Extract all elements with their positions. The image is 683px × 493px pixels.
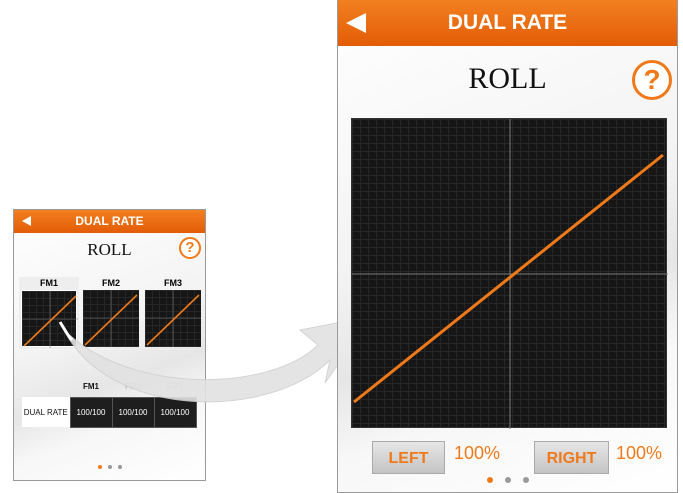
page-dot[interactable] [504,477,511,483]
mode-card-fm3[interactable]: FM3 [143,277,203,349]
roll-curve-graph [351,118,668,429]
large-phone-screen: DUAL RATE ROLL ? LEFT 100% RIGHT 100% [337,0,678,493]
page-dot[interactable] [117,465,122,469]
page-dot[interactable] [97,465,102,469]
small-header-bar: DUAL RATE [14,210,205,233]
dual-rate-value-fm3[interactable]: 100/100 [153,396,197,428]
page-dot[interactable] [107,465,112,469]
mode-graph-fm2 [83,290,139,347]
mode-thumbnails: FM1 FM2 FM3 [19,277,203,349]
table-header-cell[interactable]: FM1 [70,377,112,397]
dual-rate-value-fm1[interactable]: 100/100 [69,396,113,428]
row-label-dual-rate: DUAL RATE [22,397,70,427]
table-header-cell[interactable]: FM2 [112,377,154,397]
large-header-bar: DUAL RATE [338,0,677,46]
left-button[interactable]: LEFT [372,441,445,474]
mode-label-fm3: FM3 [164,278,182,288]
small-header-title: DUAL RATE [75,214,144,228]
mode-label-fm2: FM2 [102,278,120,288]
large-header-title: DUAL RATE [447,11,568,34]
large-page-title: ROLL [468,62,547,95]
dual-rate-table: FM1 FM2 FM3 DUAL RATE 100/100 100/100 10… [22,377,197,428]
mode-graph-fm3 [145,290,201,347]
small-page-indicator [14,465,205,469]
page-dot[interactable] [522,477,529,483]
mode-card-fm1[interactable]: FM1 [19,277,79,349]
table-row: DUAL RATE 100/100 100/100 100/100 [22,396,197,428]
small-page-title: ROLL [87,240,132,259]
table-header-cell[interactable]: FM3 [154,377,196,397]
large-page-indicator [338,477,677,483]
small-help-question-icon[interactable]: ? [179,237,201,259]
back-arrow-icon[interactable] [22,216,31,226]
mode-label-fm1: FM1 [40,278,58,288]
small-phone-screen: DUAL RATE ROLL ? FM1 FM2 FM3 FM1 FM2 FM3… [13,209,206,481]
large-help-question-icon[interactable]: ? [632,60,672,100]
right-button[interactable]: RIGHT [534,441,609,474]
table-corner-cell [22,377,70,397]
right-rate-value: 100% [616,443,663,463]
page-dot[interactable] [486,477,493,483]
mode-graph-fm1 [21,290,78,348]
rate-curve-line [353,153,664,404]
mode-card-fm2[interactable]: FM2 [81,277,141,349]
back-arrow-icon[interactable] [346,13,366,33]
table-header-row: FM1 FM2 FM3 [22,377,196,397]
left-rate-value: 100% [454,443,501,463]
dual-rate-value-fm2[interactable]: 100/100 [111,396,155,428]
